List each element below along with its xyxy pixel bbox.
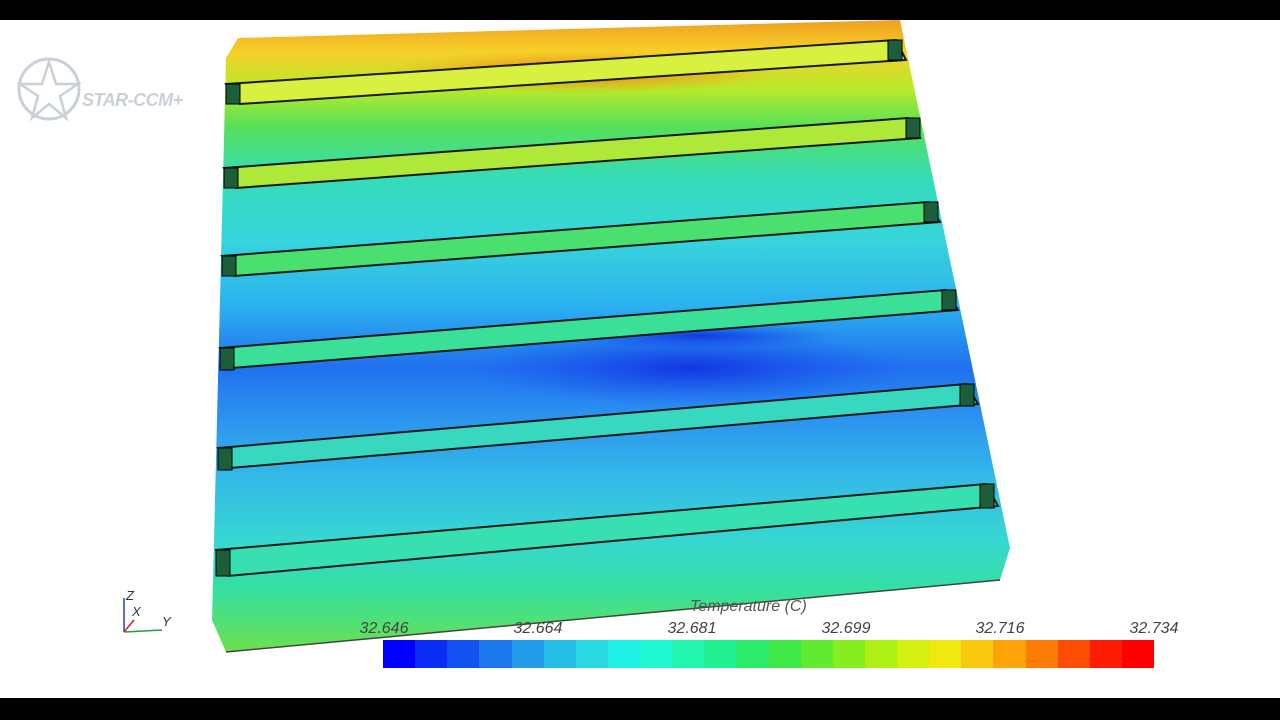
logo-text: STAR-CCM+: [82, 90, 183, 110]
simulation-viewport[interactable]: STAR-CCM+ Z X Y Temperature (C) 32.646 3…: [0, 20, 1280, 698]
colorbar-swatch: [383, 640, 416, 668]
colorbar-swatch: [640, 640, 673, 668]
colorbar-swatch: [929, 640, 962, 668]
colorbar-swatch: [415, 640, 448, 668]
axes-triad: [123, 598, 163, 633]
colorbar-swatch: [447, 640, 480, 668]
colorbar-swatch: [864, 640, 897, 668]
axis-label-z: Z: [126, 588, 134, 603]
video-letterbox-bottom: [0, 698, 1280, 720]
colorbar-swatch: [479, 640, 512, 668]
colorbar-swatch: [1025, 640, 1058, 668]
colorbar-swatch: [1089, 640, 1122, 668]
axis-label-y: Y: [162, 614, 171, 629]
legend-title: Temperature (C): [690, 598, 807, 615]
colorbar-swatch: [736, 640, 769, 668]
colorbar-swatch: [768, 640, 801, 668]
video-letterbox-top: [0, 0, 1280, 20]
colorbar-swatch: [832, 640, 865, 668]
colorbar-swatch: [800, 640, 833, 668]
colorbar-swatch: [607, 640, 640, 668]
colorbar-swatch: [897, 640, 930, 668]
colorbar-swatch: [1121, 640, 1154, 668]
star-ccm-logo: [16, 57, 83, 122]
legend-tick: 32.699: [821, 620, 871, 637]
colorbar-swatch: [511, 640, 544, 668]
colorbar-swatch: [575, 640, 608, 668]
colorbar-swatch: [1057, 640, 1090, 668]
colorbar-swatch: [672, 640, 705, 668]
colorbar-swatch: [704, 640, 737, 668]
legend-tick: 32.664: [513, 620, 563, 637]
colorbar-swatch: [961, 640, 994, 668]
temperature-colorbar: [383, 640, 1154, 668]
colorbar-swatch: [543, 640, 576, 668]
axis-label-x: X: [132, 604, 141, 619]
legend-tick: 32.716: [975, 620, 1025, 637]
colorbar-swatch: [993, 640, 1026, 668]
legend-tick: 32.734: [1129, 620, 1179, 637]
legend-tick: 32.646: [359, 620, 409, 637]
legend-tick: 32.681: [667, 620, 717, 637]
